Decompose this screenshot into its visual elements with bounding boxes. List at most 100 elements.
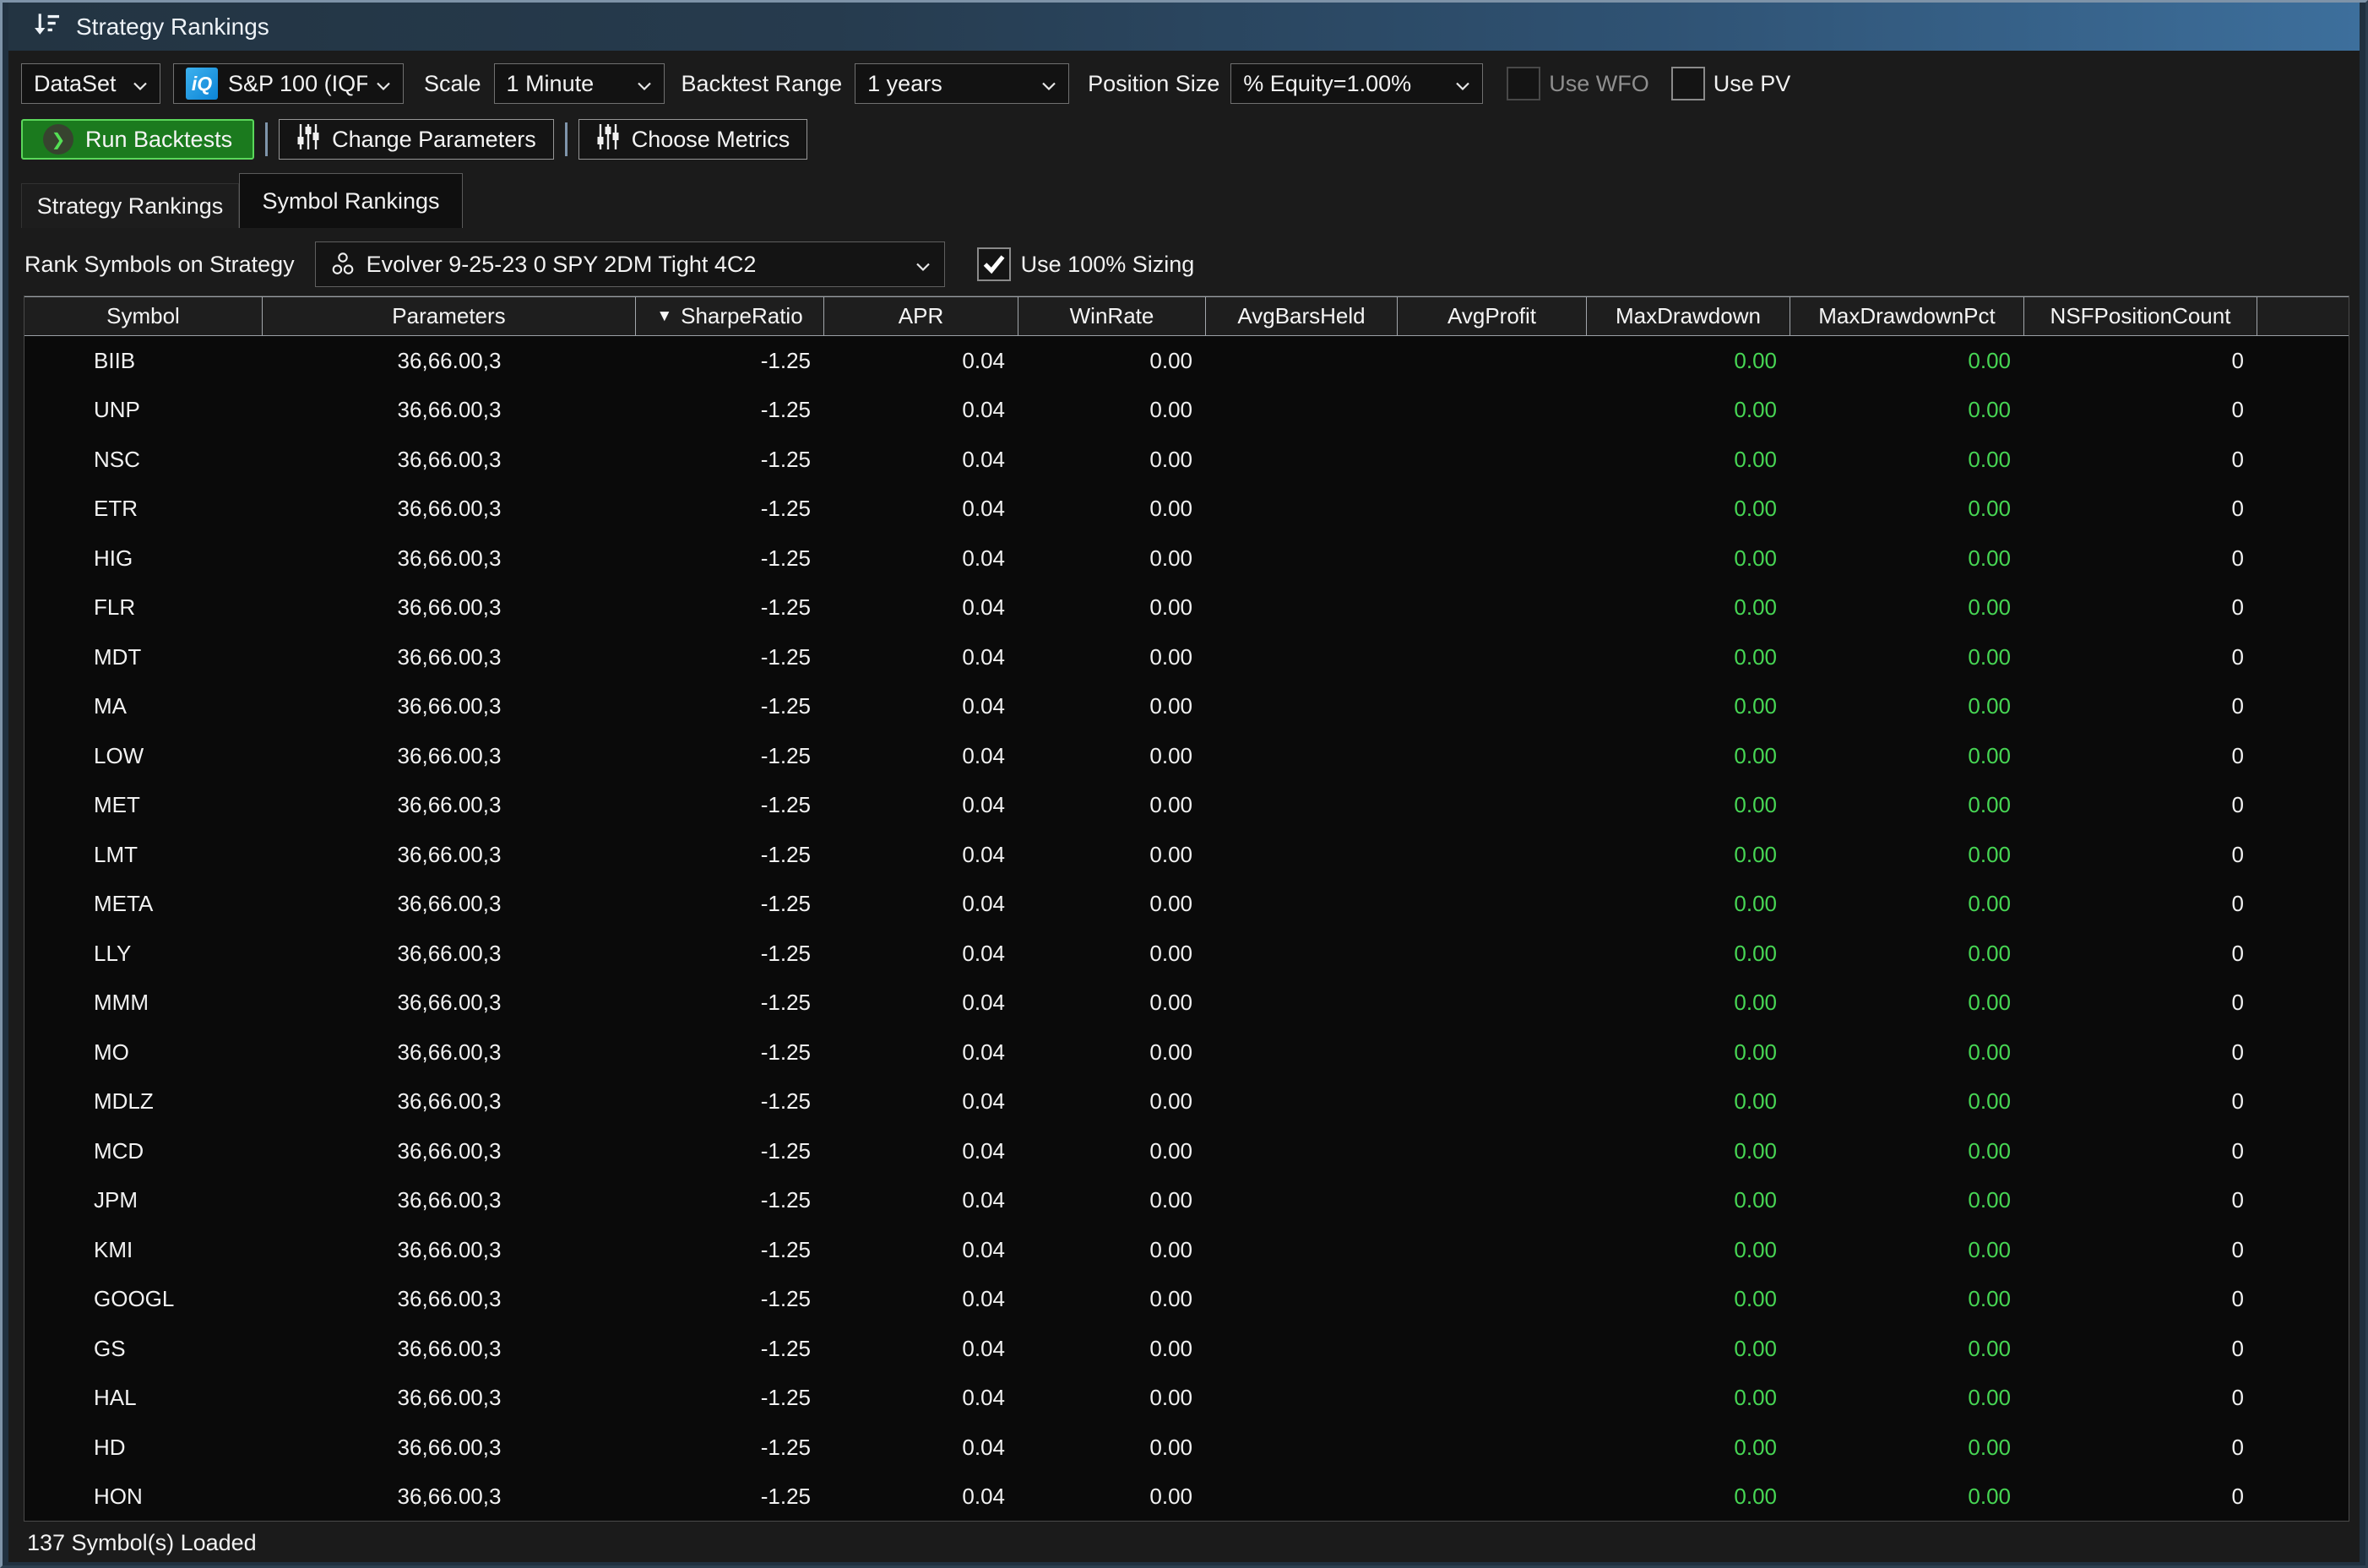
cell-sharpe_ratio: -1.25 bbox=[636, 1275, 824, 1325]
use-pv-label: Use PV bbox=[1714, 71, 1791, 97]
change-parameters-button[interactable]: Change Parameters bbox=[279, 119, 554, 160]
cell-parameters: 36,66.00,3 bbox=[263, 336, 636, 386]
cell-sharpe_ratio: -1.25 bbox=[636, 830, 824, 880]
cell-avg_bars_held bbox=[1206, 880, 1398, 930]
cell-max_drawdown_pct: 0.00 bbox=[1790, 336, 2024, 386]
cell-filler bbox=[2257, 583, 2349, 633]
cell-filler bbox=[2257, 1374, 2349, 1424]
position-size-label: Position Size bbox=[1088, 71, 1219, 97]
table-row[interactable]: MDLZ36,66.00,3-1.250.040.000.000.000 bbox=[24, 1077, 2349, 1127]
cell-symbol: GS bbox=[24, 1324, 263, 1374]
cell-avg_profit bbox=[1398, 929, 1587, 979]
cell-parameters: 36,66.00,3 bbox=[263, 1225, 636, 1275]
table-row[interactable]: HAL36,66.00,3-1.250.040.000.000.000 bbox=[24, 1374, 2349, 1424]
cell-apr: 0.04 bbox=[824, 979, 1018, 1028]
cell-max_drawdown: 0.00 bbox=[1587, 534, 1790, 583]
column-header-parameters[interactable]: Parameters bbox=[263, 297, 636, 335]
table-row[interactable]: ETR36,66.00,3-1.250.040.000.000.000 bbox=[24, 485, 2349, 534]
cell-apr: 0.04 bbox=[824, 1374, 1018, 1424]
tab-symbol-rankings[interactable]: Symbol Rankings bbox=[239, 173, 463, 228]
cell-parameters: 36,66.00,3 bbox=[263, 1423, 636, 1473]
table-row[interactable]: HON36,66.00,3-1.250.040.000.000.000 bbox=[24, 1473, 2349, 1522]
cell-filler bbox=[2257, 731, 2349, 781]
cell-symbol: LMT bbox=[24, 830, 263, 880]
table-row[interactable]: MMM36,66.00,3-1.250.040.000.000.000 bbox=[24, 979, 2349, 1028]
column-header-sharpe_ratio[interactable]: ▼SharpeRatio bbox=[636, 297, 824, 335]
cell-avg_bars_held bbox=[1206, 929, 1398, 979]
table-row[interactable]: LLY36,66.00,3-1.250.040.000.000.000 bbox=[24, 929, 2349, 979]
table-row[interactable]: META36,66.00,3-1.250.040.000.000.000 bbox=[24, 880, 2349, 930]
cell-win_rate: 0.00 bbox=[1018, 435, 1206, 485]
scale-dropdown[interactable]: 1 Minute bbox=[494, 63, 665, 104]
table-row[interactable]: MDT36,66.00,3-1.250.040.000.000.000 bbox=[24, 632, 2349, 682]
strategy-dropdown[interactable]: Evolver 9-25-23 0 SPY 2DM Tight 4C2 bbox=[315, 241, 945, 287]
cell-apr: 0.04 bbox=[824, 830, 1018, 880]
cell-avg_bars_held bbox=[1206, 583, 1398, 633]
column-header-avg_bars_held[interactable]: AvgBarsHeld bbox=[1206, 297, 1398, 335]
column-header-label: MaxDrawdown bbox=[1616, 303, 1761, 329]
toolbar-separator bbox=[565, 122, 568, 156]
table-row[interactable]: GOOGL36,66.00,3-1.250.040.000.000.000 bbox=[24, 1275, 2349, 1325]
table-row[interactable]: NSC36,66.00,3-1.250.040.000.000.000 bbox=[24, 435, 2349, 485]
table-row[interactable]: MA36,66.00,3-1.250.040.000.000.000 bbox=[24, 682, 2349, 732]
dataset-dropdown[interactable]: DataSet bbox=[21, 63, 160, 104]
table-header: SymbolParameters▼SharpeRatioAPRWinRateAv… bbox=[24, 296, 2349, 336]
table-row[interactable]: GS36,66.00,3-1.250.040.000.000.000 bbox=[24, 1324, 2349, 1374]
cell-filler bbox=[2257, 830, 2349, 880]
cell-symbol: NSC bbox=[24, 435, 263, 485]
position-size-dropdown[interactable]: % Equity=1.00% bbox=[1230, 63, 1483, 104]
cell-max_drawdown_pct: 0.00 bbox=[1790, 880, 2024, 930]
table-row[interactable]: KMI36,66.00,3-1.250.040.000.000.000 bbox=[24, 1225, 2349, 1275]
cell-nsf_position_count: 0 bbox=[2024, 1126, 2257, 1176]
table-row[interactable]: BIIB36,66.00,3-1.250.040.000.000.000 bbox=[24, 336, 2349, 386]
tab-strategy-rankings[interactable]: Strategy Rankings bbox=[21, 183, 239, 228]
table-row[interactable]: MCD36,66.00,3-1.250.040.000.000.000 bbox=[24, 1126, 2349, 1176]
cell-max_drawdown: 0.00 bbox=[1587, 485, 1790, 534]
cell-avg_bars_held bbox=[1206, 534, 1398, 583]
cell-filler bbox=[2257, 929, 2349, 979]
cell-avg_bars_held bbox=[1206, 632, 1398, 682]
cell-avg_profit bbox=[1398, 682, 1587, 732]
cell-filler bbox=[2257, 1225, 2349, 1275]
run-backtests-button[interactable]: ❯ Run Backtests bbox=[21, 119, 254, 160]
column-header-symbol[interactable]: Symbol bbox=[24, 297, 263, 335]
cell-max_drawdown: 0.00 bbox=[1587, 979, 1790, 1028]
cell-max_drawdown: 0.00 bbox=[1587, 1028, 1790, 1077]
column-header-win_rate[interactable]: WinRate bbox=[1018, 297, 1206, 335]
table-row[interactable]: HD36,66.00,3-1.250.040.000.000.000 bbox=[24, 1423, 2349, 1473]
column-header-apr[interactable]: APR bbox=[824, 297, 1018, 335]
use-pv-checkbox[interactable] bbox=[1671, 67, 1705, 100]
table-row[interactable]: LOW36,66.00,3-1.250.040.000.000.000 bbox=[24, 731, 2349, 781]
title-bar[interactable]: Strategy Rankings bbox=[8, 3, 2360, 51]
table-row[interactable]: MET36,66.00,3-1.250.040.000.000.000 bbox=[24, 781, 2349, 831]
cell-apr: 0.04 bbox=[824, 1324, 1018, 1374]
table-row[interactable]: LMT36,66.00,3-1.250.040.000.000.000 bbox=[24, 830, 2349, 880]
dataset-value-dropdown[interactable]: iQ S&P 100 (IQF bbox=[173, 63, 404, 104]
cell-filler bbox=[2257, 781, 2349, 831]
chevron-down-icon bbox=[133, 71, 148, 97]
table-row[interactable]: HIG36,66.00,3-1.250.040.000.000.000 bbox=[24, 534, 2349, 583]
table-row[interactable]: UNP36,66.00,3-1.250.040.000.000.000 bbox=[24, 386, 2349, 436]
cell-filler bbox=[2257, 435, 2349, 485]
cell-max_drawdown_pct: 0.00 bbox=[1790, 1423, 2024, 1473]
column-header-max_drawdown_pct[interactable]: MaxDrawdownPct bbox=[1790, 297, 2024, 335]
cell-parameters: 36,66.00,3 bbox=[263, 632, 636, 682]
cell-nsf_position_count: 0 bbox=[2024, 1225, 2257, 1275]
use-100-sizing-checkbox[interactable] bbox=[977, 247, 1011, 281]
column-header-avg_profit[interactable]: AvgProfit bbox=[1398, 297, 1587, 335]
column-header-label: APR bbox=[899, 303, 943, 329]
backtest-range-dropdown[interactable]: 1 years bbox=[855, 63, 1069, 104]
dataset-dropdown-label: DataSet bbox=[34, 71, 124, 97]
cell-parameters: 36,66.00,3 bbox=[263, 830, 636, 880]
table-row[interactable]: MO36,66.00,3-1.250.040.000.000.000 bbox=[24, 1028, 2349, 1077]
column-header-max_drawdown[interactable]: MaxDrawdown bbox=[1587, 297, 1790, 335]
choose-metrics-button[interactable]: Choose Metrics bbox=[578, 119, 808, 160]
cell-avg_bars_held bbox=[1206, 485, 1398, 534]
cell-win_rate: 0.00 bbox=[1018, 1324, 1206, 1374]
table-row[interactable]: FLR36,66.00,3-1.250.040.000.000.000 bbox=[24, 583, 2349, 633]
cell-max_drawdown_pct: 0.00 bbox=[1790, 830, 2024, 880]
table-row[interactable]: JPM36,66.00,3-1.250.040.000.000.000 bbox=[24, 1176, 2349, 1226]
cell-sharpe_ratio: -1.25 bbox=[636, 583, 824, 633]
column-header-nsf_position_count[interactable]: NSFPositionCount bbox=[2024, 297, 2257, 335]
cell-win_rate: 0.00 bbox=[1018, 731, 1206, 781]
